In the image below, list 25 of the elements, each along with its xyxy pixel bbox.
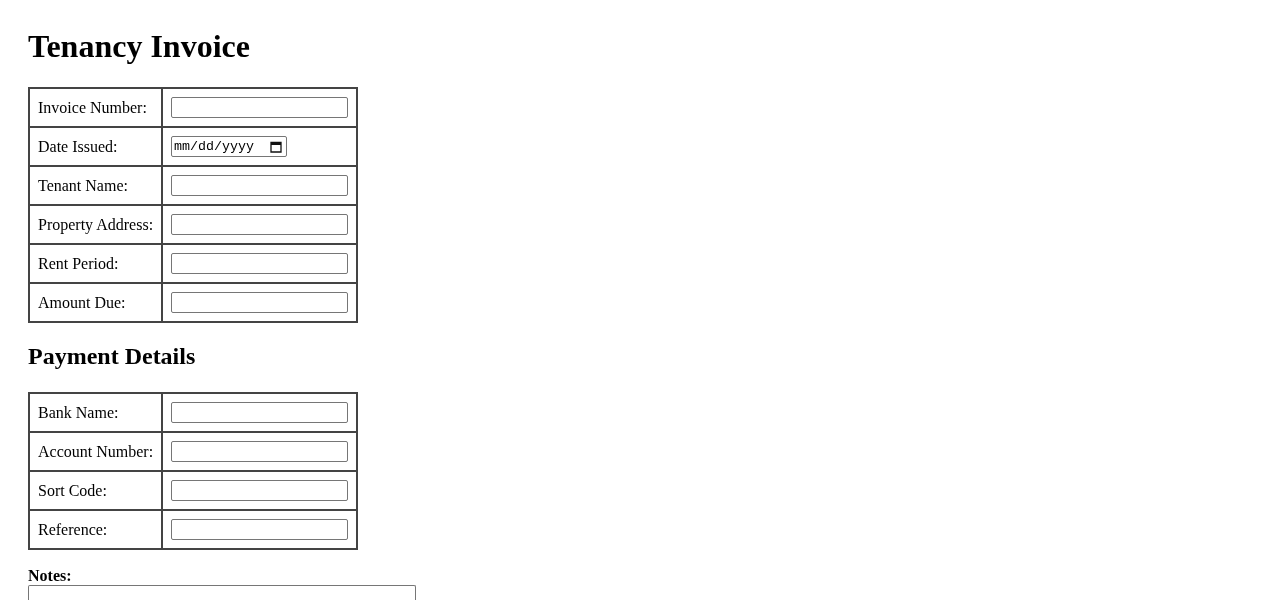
field-label: Invoice Number:	[29, 88, 163, 127]
text-field[interactable]	[171, 175, 349, 196]
field-label: Date Issued:	[29, 127, 163, 166]
field-label: Bank Name:	[29, 393, 163, 432]
notes-field[interactable]	[28, 585, 416, 600]
calendar-icon[interactable]	[270, 140, 283, 153]
section-heading: Payment Details	[28, 343, 196, 370]
text-field[interactable]	[171, 214, 349, 235]
field-label: Tenant Name:	[29, 166, 163, 205]
page-title: Tenancy Invoice	[28, 28, 250, 65]
field-label: Reference:	[29, 510, 163, 549]
text-field[interactable]	[171, 292, 349, 313]
date-field[interactable]: mm/dd/yyyy	[171, 136, 288, 157]
text-field[interactable]	[171, 519, 349, 540]
text-field[interactable]	[171, 253, 349, 274]
field-label: Account Number:	[29, 432, 163, 471]
notes-label: Notes:	[28, 567, 72, 585]
text-field[interactable]	[171, 402, 349, 423]
text-field[interactable]	[171, 480, 349, 501]
field-label: Rent Period:	[29, 244, 163, 283]
field-label: Property Address:	[29, 205, 163, 244]
text-field[interactable]	[171, 441, 349, 462]
field-label: Sort Code:	[29, 471, 163, 510]
field-label: Amount Due:	[29, 283, 163, 322]
text-field[interactable]	[171, 97, 349, 118]
